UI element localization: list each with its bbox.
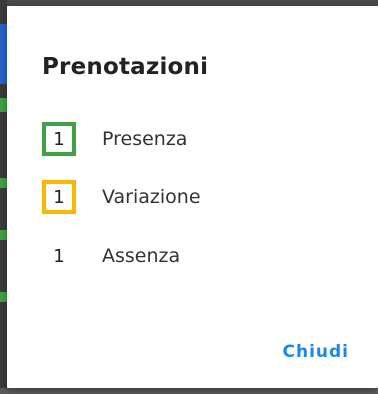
booking-row-assenza: 1 Assenza bbox=[42, 235, 180, 277]
backdrop-bottom bbox=[0, 388, 378, 394]
screen: Prenotazioni 1 Presenza 1 Variazione 1 A… bbox=[0, 0, 378, 394]
count-badge-variazione: 1 bbox=[42, 180, 76, 214]
backdrop-left bbox=[0, 0, 7, 394]
booking-row-presenza: 1 Presenza bbox=[42, 118, 187, 160]
count-badge-presenza: 1 bbox=[42, 122, 76, 156]
booking-row-variazione: 1 Variazione bbox=[42, 176, 201, 218]
row-label-variazione: Variazione bbox=[102, 186, 201, 208]
count-badge-assenza: 1 bbox=[53, 245, 65, 267]
backdrop-green-mark bbox=[0, 178, 7, 188]
backdrop-green-mark bbox=[0, 98, 7, 112]
close-button[interactable]: Chiudi bbox=[282, 342, 349, 362]
bookings-dialog: Prenotazioni 1 Presenza 1 Variazione 1 A… bbox=[7, 6, 378, 388]
dialog-title: Prenotazioni bbox=[42, 54, 209, 80]
row-label-assenza: Assenza bbox=[102, 245, 181, 267]
row-label-presenza: Presenza bbox=[102, 128, 188, 150]
backdrop-blue-mark bbox=[0, 24, 7, 84]
backdrop-green-mark bbox=[0, 230, 7, 240]
backdrop-green-mark bbox=[0, 292, 7, 302]
